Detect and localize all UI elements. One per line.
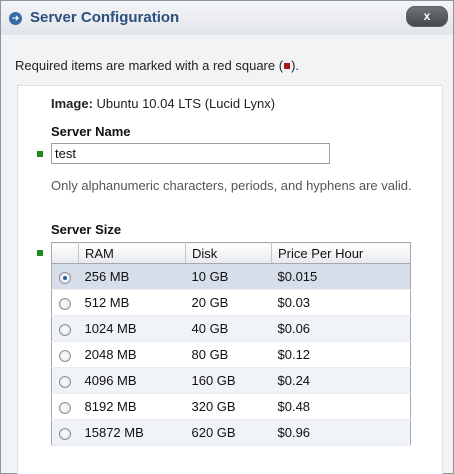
price-cell: $0.06 bbox=[271, 315, 411, 342]
select-column-header bbox=[51, 242, 79, 264]
size-radio[interactable] bbox=[59, 297, 72, 310]
column-header-price: Price Per Hour bbox=[271, 242, 411, 264]
row-select-cell bbox=[51, 393, 79, 420]
table-row[interactable]: 15872 MB 620 GB $0.96 bbox=[51, 419, 411, 446]
table-row[interactable]: 1024 MB 40 GB $0.06 bbox=[51, 315, 411, 342]
required-note-text: Required items are marked with a red squ… bbox=[15, 58, 284, 73]
server-name-label: Server Name bbox=[51, 124, 131, 139]
server-name-required-marker bbox=[37, 151, 43, 157]
disk-cell: 320 GB bbox=[185, 393, 272, 420]
row-select-cell bbox=[51, 289, 79, 316]
disk-cell: 40 GB bbox=[185, 315, 272, 342]
disk-cell: 10 GB bbox=[185, 263, 272, 290]
image-label: Image: bbox=[51, 96, 93, 111]
size-radio[interactable] bbox=[59, 375, 72, 388]
dialog-titlebar: ➜ Server Configuration x bbox=[1, 1, 453, 35]
table-row[interactable]: 512 MB 20 GB $0.03 bbox=[51, 289, 411, 316]
ram-cell: 256 MB bbox=[78, 263, 186, 290]
server-size-label: Server Size bbox=[51, 222, 122, 237]
close-button[interactable]: x bbox=[406, 6, 448, 27]
table-row[interactable]: 8192 MB 320 GB $0.48 bbox=[51, 393, 411, 420]
disk-cell: 20 GB bbox=[185, 289, 272, 316]
size-radio[interactable] bbox=[59, 427, 72, 440]
ram-cell: 1024 MB bbox=[78, 315, 186, 342]
image-line: Image: Ubuntu 10.04 LTS (Lucid Lynx) bbox=[51, 96, 275, 111]
server-name-hint: Only alphanumeric characters, periods, a… bbox=[51, 178, 412, 193]
arrow-right-circle-icon: ➜ bbox=[9, 12, 22, 25]
server-size-required-marker bbox=[37, 250, 43, 256]
row-select-cell bbox=[51, 419, 79, 446]
dialog-title: Server Configuration bbox=[30, 9, 180, 26]
table-row[interactable]: 256 MB 10 GB $0.015 bbox=[51, 263, 411, 290]
table-row[interactable]: 2048 MB 80 GB $0.12 bbox=[51, 341, 411, 368]
price-cell: $0.12 bbox=[271, 341, 411, 368]
size-radio[interactable] bbox=[59, 323, 72, 336]
server-configuration-dialog: ➜ Server Configuration x Required items … bbox=[0, 0, 454, 474]
size-radio[interactable] bbox=[59, 349, 72, 362]
image-value: Ubuntu 10.04 LTS (Lucid Lynx) bbox=[96, 96, 276, 111]
disk-cell: 160 GB bbox=[185, 367, 272, 394]
table-header-row: RAM Disk Price Per Hour bbox=[51, 242, 411, 264]
price-cell: $0.03 bbox=[271, 289, 411, 316]
size-radio[interactable] bbox=[59, 401, 72, 414]
ram-cell: 4096 MB bbox=[78, 367, 186, 394]
ram-cell: 8192 MB bbox=[78, 393, 186, 420]
price-cell: $0.015 bbox=[271, 263, 411, 290]
disk-cell: 620 GB bbox=[185, 419, 272, 446]
column-header-ram: RAM bbox=[78, 242, 186, 264]
row-select-cell bbox=[51, 367, 79, 394]
price-cell: $0.24 bbox=[271, 367, 411, 394]
table-row[interactable]: 4096 MB 160 GB $0.24 bbox=[51, 367, 411, 394]
column-header-disk: Disk bbox=[185, 242, 272, 264]
server-size-table: RAM Disk Price Per Hour 256 MB 10 GB $0.… bbox=[51, 242, 411, 446]
size-radio[interactable] bbox=[59, 271, 72, 284]
price-cell: $0.48 bbox=[271, 393, 411, 420]
price-cell: $0.96 bbox=[271, 419, 411, 446]
row-select-cell bbox=[51, 263, 79, 290]
ram-cell: 512 MB bbox=[78, 289, 186, 316]
row-select-cell bbox=[51, 315, 79, 342]
row-select-cell bbox=[51, 341, 79, 368]
disk-cell: 80 GB bbox=[185, 341, 272, 368]
required-note: Required items are marked with a red squ… bbox=[15, 58, 299, 73]
required-note-end: ). bbox=[291, 58, 300, 73]
required-square-icon bbox=[284, 62, 291, 69]
ram-cell: 2048 MB bbox=[78, 341, 186, 368]
server-name-input[interactable] bbox=[51, 143, 330, 164]
ram-cell: 15872 MB bbox=[78, 419, 186, 446]
